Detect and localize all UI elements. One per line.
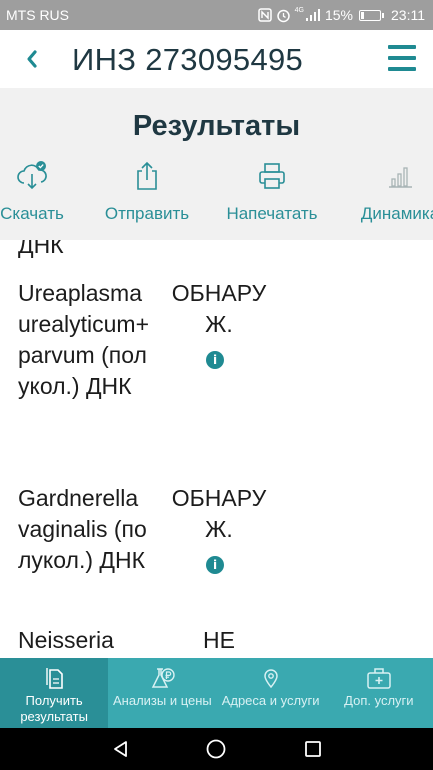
info-icon[interactable]: i	[206, 556, 224, 574]
test-name: Neisseria	[18, 627, 114, 653]
info-icon[interactable]: i	[206, 351, 224, 369]
document-icon	[44, 658, 64, 692]
battery-percent: 15%	[324, 7, 353, 23]
flask-ruble-icon	[149, 658, 176, 692]
map-pin-icon	[261, 658, 281, 692]
system-back-button[interactable]	[108, 736, 134, 762]
test-result: ОБНАРУЖ.	[171, 280, 267, 337]
list-item: Neisseria НЕ	[0, 625, 433, 658]
bar-chart-icon	[386, 156, 414, 196]
test-result: ОБНАРУЖ.	[171, 485, 267, 542]
tab-addresses-services[interactable]: Адреса и услуги	[217, 658, 325, 728]
hamburger-menu-icon	[388, 45, 416, 49]
print-label: Напечатать	[226, 204, 318, 223]
chevron-left-icon	[27, 50, 37, 68]
nfc-icon	[257, 7, 272, 23]
section-title: Результаты	[132, 110, 301, 142]
signal-icon: 4G	[295, 7, 321, 23]
network-type: 4G	[294, 7, 304, 14]
list-item: ДНК	[0, 240, 433, 268]
test-name: ДНК	[18, 240, 64, 258]
clock: 23:11	[391, 7, 425, 23]
printer-icon	[257, 156, 287, 196]
tab-label: Получить результаты	[20, 693, 88, 724]
system-home-button[interactable]	[203, 736, 229, 762]
system-recents-button[interactable]	[300, 736, 326, 762]
results-list[interactable]: ДНК Ureaplasma urealyticum+parvum (полук…	[0, 240, 433, 658]
send-button[interactable]: Отправить	[97, 156, 197, 240]
carrier-name: MTS RUS	[6, 7, 69, 23]
status-icons: 4G 15% 23:11	[257, 5, 425, 25]
print-button[interactable]: Напечатать	[217, 156, 327, 240]
results-header: Результаты Скачать Отправить Напечатать …	[0, 88, 433, 240]
tab-label: Адреса и услуги	[221, 693, 320, 708]
test-name: Gardnerella vaginalis (полукол.) ДНК	[18, 485, 147, 573]
status-bar: MTS RUS 4G 15% 23:11	[0, 0, 433, 30]
triangle-back-icon	[114, 741, 127, 757]
alarm-icon	[276, 7, 291, 23]
battery-icon	[359, 9, 384, 21]
cloud-download-icon	[15, 156, 49, 196]
tab-tests-prices[interactable]: Анализы и цены	[108, 658, 216, 728]
dynamics-button[interactable]: Динамика	[350, 156, 433, 240]
dynamics-label: Динамика	[360, 204, 433, 223]
bottom-navigation: Получить результаты Анализы и цены Адрес…	[0, 658, 433, 728]
list-item: Gardnerella vaginalis (полукол.) ДНК ОБН…	[0, 483, 433, 613]
share-icon	[133, 156, 161, 196]
download-label: Скачать	[0, 204, 64, 223]
tab-label: Анализы и цены	[112, 693, 212, 708]
download-button[interactable]: Скачать	[0, 156, 72, 240]
system-navigation-bar	[0, 728, 433, 770]
square-recents-icon	[305, 741, 321, 757]
medical-kit-icon	[366, 658, 392, 692]
test-name: Ureaplasma urealyticum+parvum (полукол.)…	[18, 280, 150, 399]
page-title: ИНЗ 273095495	[72, 42, 304, 77]
tab-extra-services[interactable]: Доп. услуги	[325, 658, 433, 728]
test-result: НЕ	[203, 627, 235, 653]
circle-home-icon	[206, 739, 226, 759]
tab-get-results[interactable]: Получить результаты	[0, 658, 109, 728]
menu-button[interactable]	[388, 45, 416, 71]
send-label: Отправить	[104, 204, 190, 223]
list-item: Ureaplasma urealyticum+parvum (полукол.)…	[0, 278, 433, 468]
back-button[interactable]	[20, 42, 44, 76]
tab-label: Доп. услуги	[344, 693, 414, 708]
app-bar: ИНЗ 273095495	[0, 30, 433, 88]
